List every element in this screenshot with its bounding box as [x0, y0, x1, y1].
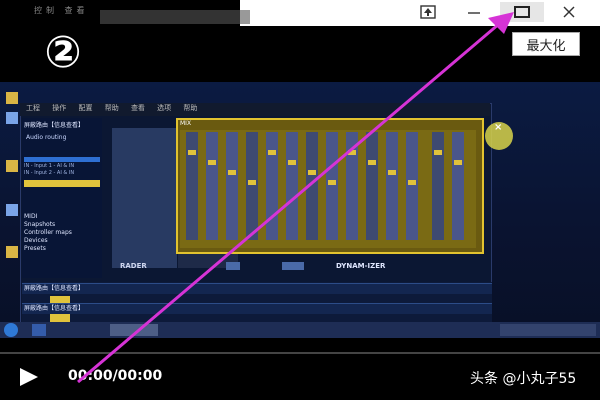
- annotation-arrow: [77, 12, 514, 384]
